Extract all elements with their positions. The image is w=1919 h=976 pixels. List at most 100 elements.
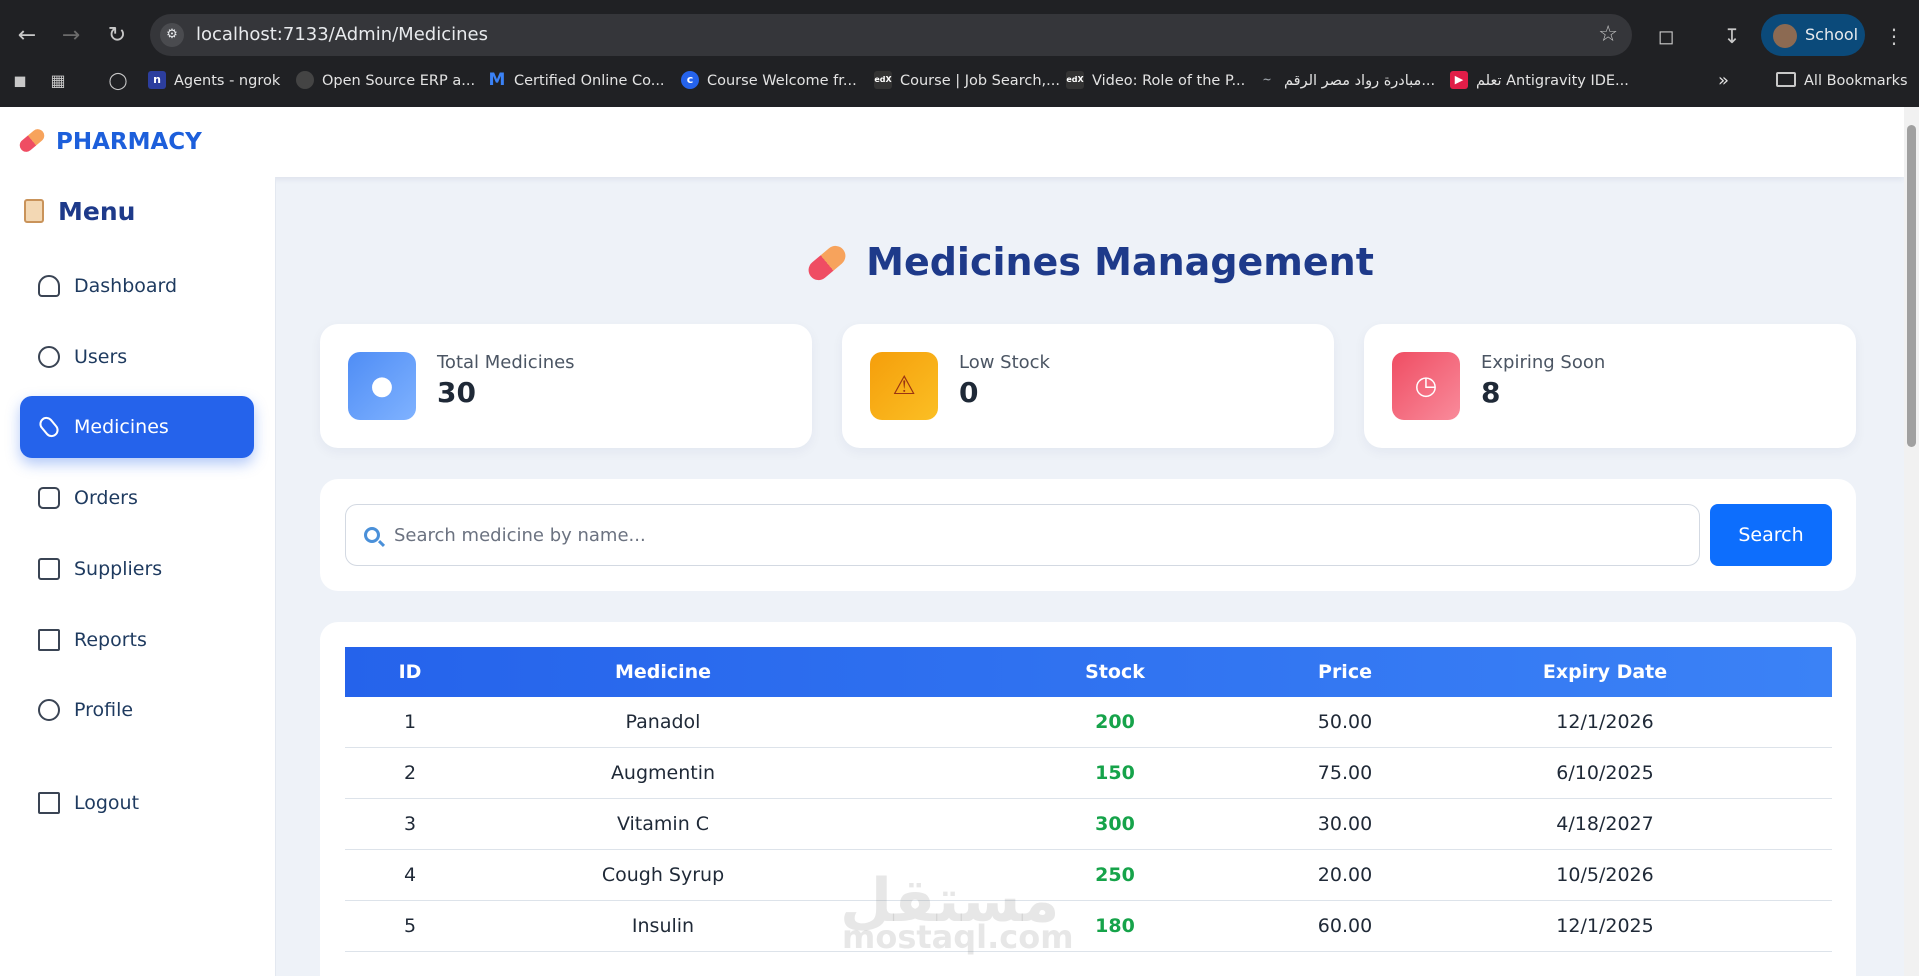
- reload-icon[interactable]: ↻: [102, 21, 132, 51]
- search-panel: Search: [320, 479, 1856, 591]
- table-row[interactable]: 5 Insulin 180 60.00 12/1/2025: [345, 901, 1832, 952]
- cell-id: 2: [403, 762, 417, 784]
- tab-strip-icon[interactable]: ◼: [6, 67, 34, 95]
- c-logo-icon: c: [681, 70, 699, 89]
- cell-id: 5: [403, 915, 417, 937]
- sidebar: Menu Dashboard Users Medicines Orders Su…: [0, 177, 276, 976]
- clipboard-icon: [24, 199, 44, 223]
- cell-stock: 150: [1095, 762, 1135, 784]
- download-icon[interactable]: ↧: [1718, 22, 1746, 50]
- globe-icon[interactable]: ◯: [104, 67, 132, 95]
- bag-check-icon: [38, 487, 60, 509]
- bookmark-item[interactable]: edX Course | Job Search,...: [874, 62, 1060, 100]
- alarm-clock-icon: ◷: [1392, 352, 1460, 420]
- bookmark-item[interactable]: n Agents - ngrok: [148, 62, 280, 100]
- users-icon: [38, 346, 60, 368]
- url-text[interactable]: localhost:7133/Admin/Medicines: [196, 14, 488, 56]
- table-row[interactable]: 2 Augmentin 150 75.00 6/10/2025: [345, 748, 1832, 799]
- sidebar-item-users[interactable]: Users: [20, 326, 254, 388]
- cell-id: 4: [403, 864, 417, 886]
- stat-value: 30: [437, 376, 476, 409]
- cell-expiry: 10/5/2026: [1556, 864, 1654, 886]
- pill-icon: [804, 241, 850, 284]
- cell-expiry: 12/1/2026: [1556, 711, 1654, 733]
- cell-id: 3: [403, 813, 417, 835]
- bookmark-item[interactable]: ▶ تعلم Antigravity IDE...: [1450, 62, 1629, 100]
- bookmark-item[interactable]: edX Video: Role of the P...: [1066, 62, 1245, 100]
- column-header-medicine[interactable]: Medicine: [475, 647, 851, 697]
- cell-price: 60.00: [1317, 915, 1373, 937]
- table-row[interactable]: 4 Cough Syrup 250 20.00 10/5/2026: [345, 850, 1832, 901]
- erp-icon: [296, 70, 314, 89]
- table-row[interactable]: 1 Panadol 200 50.00 12/1/2026: [345, 697, 1832, 748]
- sidebar-item-medicines[interactable]: Medicines: [20, 396, 254, 458]
- bookmark-star-icon[interactable]: ☆: [1598, 14, 1618, 56]
- gauge-icon: [38, 275, 60, 297]
- sidebar-item-orders[interactable]: Orders: [20, 467, 254, 529]
- sidebar-item-dashboard[interactable]: Dashboard: [20, 255, 254, 317]
- column-header-stock[interactable]: Stock: [995, 647, 1235, 697]
- table-row[interactable]: 3 Vitamin C 300 30.00 4/18/2027: [345, 799, 1832, 850]
- stat-card-low-stock: ⚠ Low Stock 0: [842, 324, 1334, 448]
- browser-chrome: ← → ↻ ⚙ localhost:7133/Admin/Medicines ☆…: [0, 0, 1919, 107]
- cell-price: 30.00: [1317, 813, 1373, 835]
- stat-card-expiring: ◷ Expiring Soon 8: [1364, 324, 1856, 448]
- cell-medicine: Cough Syrup: [601, 864, 725, 886]
- bookmark-item[interactable]: c Course Welcome fr...: [681, 62, 857, 100]
- edx-icon: edX: [1066, 70, 1084, 89]
- search-input[interactable]: [345, 504, 1700, 566]
- warning-icon: ⚠: [870, 352, 938, 420]
- kebab-menu-icon[interactable]: ⋮: [1880, 22, 1908, 50]
- extensions-icon[interactable]: ◻: [1652, 22, 1680, 50]
- sidebar-item-suppliers[interactable]: Suppliers: [20, 538, 254, 600]
- bar-chart-icon: [38, 629, 60, 651]
- stat-label: Expiring Soon: [1481, 352, 1606, 373]
- pill-icon: [17, 126, 47, 155]
- address-bar[interactable]: ⚙ localhost:7133/Admin/Medicines ☆: [150, 14, 1632, 56]
- brand-logo[interactable]: PHARMACY: [17, 107, 202, 177]
- browser-toolbar: ← → ↻ ⚙ localhost:7133/Admin/Medicines ☆…: [0, 12, 1919, 58]
- cell-price: 20.00: [1317, 864, 1373, 886]
- back-arrow-icon[interactable]: ←: [12, 21, 42, 51]
- scrollbar-thumb[interactable]: [1907, 125, 1916, 447]
- stat-value: 0: [959, 376, 979, 409]
- column-header-expiry[interactable]: Expiry Date: [1465, 647, 1745, 697]
- sidebar-item-profile[interactable]: Profile: [20, 679, 254, 741]
- user-circle-icon: [38, 699, 60, 721]
- all-bookmarks[interactable]: All Bookmarks: [1776, 62, 1908, 100]
- search-button[interactable]: Search: [1710, 504, 1832, 566]
- column-header-price[interactable]: Price: [1225, 647, 1465, 697]
- bookmark-item[interactable]: ~ مبادرة رواد مصر الرقم...: [1258, 62, 1435, 100]
- cell-medicine: Augmentin: [610, 762, 716, 784]
- site-info-icon[interactable]: ⚙: [160, 23, 184, 47]
- apps-grid-icon[interactable]: ▦: [44, 67, 72, 95]
- bookmarks-bar: ◼ ▦ ◯ n Agents - ngrok Open Source ERP a.…: [0, 62, 1919, 100]
- column-header-id[interactable]: ID: [345, 647, 475, 697]
- page-scrollbar[interactable]: [1904, 107, 1919, 976]
- cell-stock: 200: [1095, 711, 1135, 733]
- bookmark-item[interactable]: M Certified Online Co...: [488, 62, 665, 100]
- watermark-url: mostaql.com: [842, 918, 1074, 956]
- cell-expiry: 6/10/2025: [1556, 762, 1654, 784]
- profile-name: School: [1805, 25, 1859, 44]
- stat-label: Low Stock: [959, 352, 1050, 373]
- cell-medicine: Insulin: [631, 915, 695, 937]
- logout-button[interactable]: Logout: [20, 772, 254, 834]
- sidebar-item-reports[interactable]: Reports: [20, 609, 254, 671]
- avatar: [1773, 24, 1797, 48]
- folder-icon: [1776, 72, 1796, 87]
- bookmarks-overflow-icon[interactable]: »: [1718, 62, 1729, 100]
- logout-icon: [38, 792, 60, 814]
- cell-medicine: Vitamin C: [616, 813, 710, 835]
- truck-icon: [38, 558, 60, 580]
- edx-icon: edX: [874, 70, 892, 89]
- table-header: ID Medicine Stock Price Expiry Date: [345, 647, 1832, 697]
- stat-value: 8: [1481, 376, 1501, 409]
- stat-label: Total Medicines: [437, 352, 575, 373]
- pill-icon: ●: [348, 352, 416, 420]
- profile-chip[interactable]: School: [1761, 14, 1865, 56]
- cell-price: 50.00: [1317, 711, 1373, 733]
- cell-expiry: 12/1/2025: [1556, 915, 1654, 937]
- bookmark-item[interactable]: Open Source ERP a...: [296, 62, 475, 100]
- forward-arrow-icon[interactable]: →: [56, 21, 86, 51]
